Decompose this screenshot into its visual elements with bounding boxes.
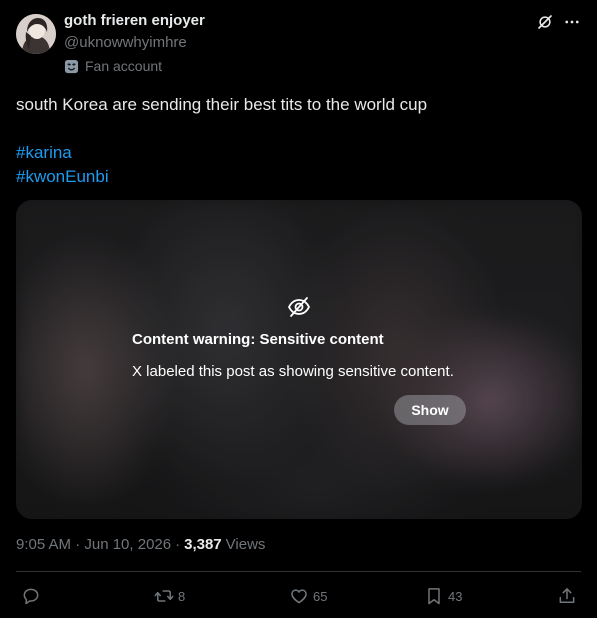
post-timestamp[interactable]: 9:05 AM · Jun 10, 2026: [16, 536, 171, 553]
share-icon: [557, 586, 577, 606]
post-meta: 9:05 AM · Jun 10, 2026 · 3,387 Views: [16, 536, 266, 553]
eye-slash-icon: [287, 295, 311, 319]
like-count: 65: [313, 588, 328, 604]
sensitive-media[interactable]: Content warning: Sensitive content X lab…: [16, 200, 582, 519]
hashtag-link[interactable]: #karina: [16, 141, 576, 165]
bookmark-button[interactable]: 43: [424, 584, 462, 608]
hashtag-link[interactable]: #kwonEunbi: [16, 165, 576, 189]
more-icon[interactable]: [562, 12, 582, 32]
views-label: Views: [225, 536, 266, 553]
display-name[interactable]: goth frieren enjoyer: [64, 12, 205, 29]
repost-count: 8: [178, 588, 186, 604]
like-button[interactable]: 65: [289, 584, 327, 608]
post-text: south Korea are sending their best tits …: [16, 93, 576, 189]
show-button[interactable]: Show: [394, 395, 466, 425]
divider: [16, 571, 581, 572]
share-button[interactable]: [557, 584, 577, 608]
avatar[interactable]: [16, 14, 56, 54]
user-handle[interactable]: @uknowwhyimhre: [64, 34, 187, 51]
views-count: 3,387: [184, 536, 222, 553]
affiliation-label: Fan account: [64, 57, 162, 75]
affiliation-text: Fan account: [85, 58, 163, 74]
content-warning-title: Content warning: Sensitive content: [132, 331, 384, 348]
reply-icon: [21, 586, 41, 606]
bookmark-count: 43: [448, 588, 463, 604]
post-body: south Korea are sending their best tits …: [16, 95, 428, 114]
content-warning-text: X labeled this post as showing sensitive…: [132, 363, 454, 380]
grok-icon[interactable]: [535, 12, 555, 32]
repost-icon: [154, 586, 174, 606]
like-icon: [289, 586, 309, 606]
bookmark-icon: [424, 586, 444, 606]
mask-icon: [64, 59, 79, 74]
reply-button[interactable]: [21, 584, 45, 608]
repost-button[interactable]: 8: [154, 584, 185, 608]
